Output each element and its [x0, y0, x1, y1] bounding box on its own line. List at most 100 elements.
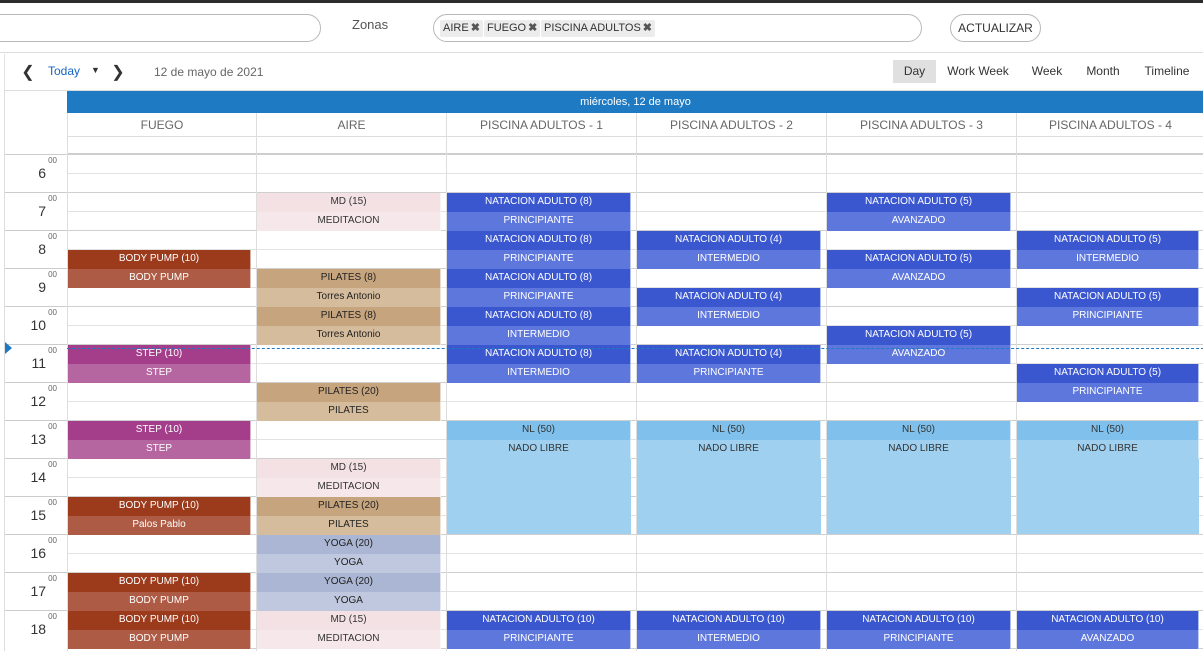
all-day-row[interactable] [67, 137, 1203, 154]
event-natacion[interactable]: NATACION ADULTO (8) INTERMEDIO [447, 307, 631, 345]
event-title: BODY PUMP (10) [68, 250, 251, 269]
event-body-pump[interactable]: BODY PUMP (10) BODY PUMP [68, 611, 251, 649]
event-natacion[interactable]: NATACION ADULTO (8) PRINCIPIANTE [447, 231, 631, 269]
event-subtitle: INTERMEDIO [447, 364, 631, 383]
hour-divider [5, 344, 67, 345]
event-nl[interactable]: NL (50) NADO LIBRE [637, 421, 821, 534]
event-subtitle: PRINCIPIANTE [447, 250, 631, 269]
event-body-pump[interactable]: BODY PUMP (10) BODY PUMP [68, 573, 251, 611]
event-nl[interactable]: NL (50) NADO LIBRE [827, 421, 1011, 534]
event-natacion[interactable]: NATACION ADULTO (8) INTERMEDIO [447, 345, 631, 383]
chevron-right-icon[interactable]: ❯ [111, 62, 125, 82]
event-title: PILATES (8) [257, 269, 441, 288]
event-subtitle: PRINCIPIANTE [1017, 307, 1199, 326]
event-title: PILATES (8) [257, 307, 441, 326]
hour-divider [5, 154, 67, 155]
event-natacion[interactable]: NATACION ADULTO (5) AVANZADO [827, 250, 1011, 288]
event-subtitle: BODY PUMP [68, 269, 251, 288]
event-natacion[interactable]: NATACION ADULTO (8) PRINCIPIANTE [447, 269, 631, 307]
event-natacion[interactable]: NATACION ADULTO (10) INTERMEDIO [637, 611, 821, 649]
all-day-cell[interactable] [256, 137, 446, 154]
event-title: NATACION ADULTO (10) [1017, 611, 1199, 630]
event-md[interactable]: MD (15) MEDITACION [257, 611, 441, 649]
event-natacion[interactable]: NATACION ADULTO (4) INTERMEDIO [637, 231, 821, 269]
event-pilates[interactable]: PILATES (20) PILATES [257, 383, 441, 421]
hour-value: 8 [38, 241, 47, 257]
event-body-pump[interactable]: BODY PUMP (10) Palos Pablo [68, 497, 251, 535]
caret-down-icon[interactable]: ▼ [91, 65, 100, 75]
resource-header: AIRE [256, 113, 446, 137]
event-pilates[interactable]: PILATES (20) PILATES [257, 497, 441, 535]
view-month-button[interactable]: Month [1080, 60, 1126, 83]
event-natacion[interactable]: NATACION ADULTO (10) AVANZADO [1017, 611, 1199, 649]
event-yoga[interactable]: YOGA (20) YOGA [257, 535, 441, 573]
view-work-week-button[interactable]: Work Week [943, 60, 1013, 83]
event-nl[interactable]: NL (50) NADO LIBRE [1017, 421, 1199, 534]
remove-chip-icon[interactable]: ✖ [471, 22, 480, 34]
event-md[interactable]: MD (15) MEDITACION [257, 193, 441, 231]
event-natacion[interactable]: NATACION ADULTO (5) INTERMEDIO [1017, 231, 1199, 269]
event-md[interactable]: MD (15) MEDITACION [257, 459, 441, 497]
minute-label: 00 [48, 346, 57, 356]
hour-label: 1000 [5, 308, 57, 333]
event-subtitle: YOGA [257, 592, 441, 611]
event-natacion[interactable]: NATACION ADULTO (10) PRINCIPIANTE [827, 611, 1011, 649]
event-title: NATACION ADULTO (10) [447, 611, 631, 630]
chevron-left-icon[interactable]: ❮ [21, 62, 35, 82]
all-day-cell[interactable] [826, 137, 1016, 154]
event-subtitle: PRINCIPIANTE [1017, 383, 1199, 402]
event-subtitle: PRINCIPIANTE [447, 212, 631, 231]
schedule-grid[interactable]: BODY PUMP (10) BODY PUMP STEP (10) STEP STEP… [67, 154, 1203, 651]
event-title: NATACION ADULTO (4) [637, 231, 821, 250]
view-timeline-button[interactable]: Timeline [1139, 60, 1195, 83]
event-subtitle: BODY PUMP [68, 630, 251, 649]
event-natacion[interactable]: NATACION ADULTO (5) PRINCIPIANTE [1017, 288, 1199, 326]
event-natacion[interactable]: NATACION ADULTO (8) PRINCIPIANTE [447, 193, 631, 231]
event-title: NATACION ADULTO (8) [447, 231, 631, 250]
event-natacion[interactable]: NATACION ADULTO (10) PRINCIPIANTE [447, 611, 631, 649]
event-title: NATACION ADULTO (8) [447, 269, 631, 288]
event-subtitle: STEP [68, 440, 251, 459]
event-natacion[interactable]: NATACION ADULTO (4) INTERMEDIO [637, 288, 821, 326]
event-yoga[interactable]: YOGA (20) YOGA [257, 573, 441, 611]
event-title: NATACION ADULTO (5) [1017, 364, 1199, 383]
zone-chip-label: FUEGO [487, 22, 527, 34]
event-step[interactable]: STEP (10) STEP [68, 421, 251, 459]
today-button[interactable]: Today [48, 64, 80, 78]
zones-multiselect[interactable]: AIRE ✖ FUEGO ✖ PISCINA ADULTOS ✖ [433, 14, 922, 42]
resource-header: PISCINA ADULTOS - 3 [826, 113, 1016, 137]
event-title: PILATES (20) [257, 497, 441, 516]
hour-label: 1100 [5, 346, 57, 371]
event-natacion[interactable]: NATACION ADULTO (4) PRINCIPIANTE [637, 345, 821, 383]
resource-header: PISCINA ADULTOS - 2 [636, 113, 826, 137]
search-input[interactable] [0, 14, 321, 42]
hour-divider [5, 496, 67, 497]
event-step[interactable]: STEP (10) STEP [68, 345, 251, 383]
all-day-cell[interactable] [636, 137, 826, 154]
hour-divider [5, 572, 67, 573]
event-title: NATACION ADULTO (10) [827, 611, 1011, 630]
event-nl[interactable]: NL (50) NADO LIBRE [447, 421, 631, 534]
grid-line [67, 154, 1203, 155]
remove-chip-icon[interactable]: ✖ [528, 22, 537, 34]
event-natacion[interactable]: NATACION ADULTO (5) AVANZADO [827, 326, 1011, 364]
hour-label: 1400 [5, 460, 57, 485]
all-day-cell[interactable] [67, 137, 256, 154]
zone-chip-label: PISCINA ADULTOS [544, 22, 641, 34]
view-week-button[interactable]: Week [1027, 60, 1067, 83]
event-pilates[interactable]: PILATES (8) Torres Antonio [257, 269, 441, 307]
actualizar-button[interactable]: ACTUALIZAR [950, 14, 1041, 42]
event-title: MD (15) [257, 611, 441, 630]
zone-chip-aire: AIRE ✖ [440, 20, 483, 37]
all-day-cell[interactable] [1016, 137, 1203, 154]
event-natacion[interactable]: NATACION ADULTO (5) AVANZADO [827, 193, 1011, 231]
event-pilates[interactable]: PILATES (8) Torres Antonio [257, 307, 441, 345]
remove-chip-icon[interactable]: ✖ [643, 22, 652, 34]
hour-value: 9 [38, 279, 47, 295]
hour-divider [5, 192, 67, 193]
event-natacion[interactable]: NATACION ADULTO (5) PRINCIPIANTE [1017, 364, 1199, 402]
event-body-pump[interactable]: BODY PUMP (10) BODY PUMP [68, 250, 251, 288]
minute-label: 00 [48, 308, 57, 318]
all-day-cell[interactable] [446, 137, 636, 154]
view-day-button[interactable]: Day [893, 60, 936, 83]
